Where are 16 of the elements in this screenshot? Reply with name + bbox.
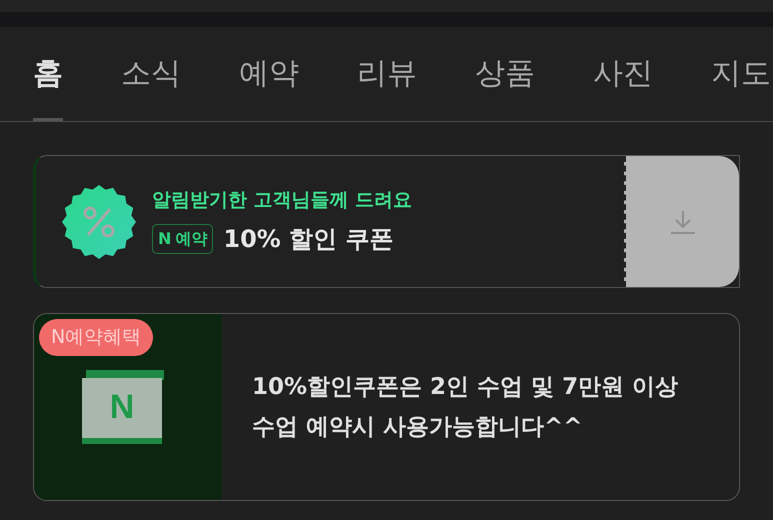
tab[interactable]: 홈 [33,29,63,121]
tab[interactable]: 리뷰 [357,29,417,121]
coupon-card[interactable]: 알림받기한 고객님들께 드려요 N 예약 10% 할인 쿠폰 [33,155,740,288]
tab[interactable]: 지도 [711,29,771,121]
tab[interactable]: 예약 [239,29,299,121]
badge-label: 예약 [175,228,208,250]
tab[interactable]: 상품 [475,29,535,121]
coupon-headline: 알림받기한 고객님들께 드려요 [152,188,412,214]
coupon-title: 10% 할인 쿠폰 [223,224,394,255]
benefit-text: 10%할인쿠폰은 2인 수업 및 7만원 이상 수업 예약시 사용가능합니다^^ [252,373,680,442]
tab[interactable]: 소식 [121,29,181,121]
n-logo: N [110,387,134,428]
discount-icon [62,184,136,258]
tab[interactable]: 사진 [593,29,653,121]
benefit-tag: N예약혜택 [39,319,154,356]
n-logo: N [158,228,172,250]
